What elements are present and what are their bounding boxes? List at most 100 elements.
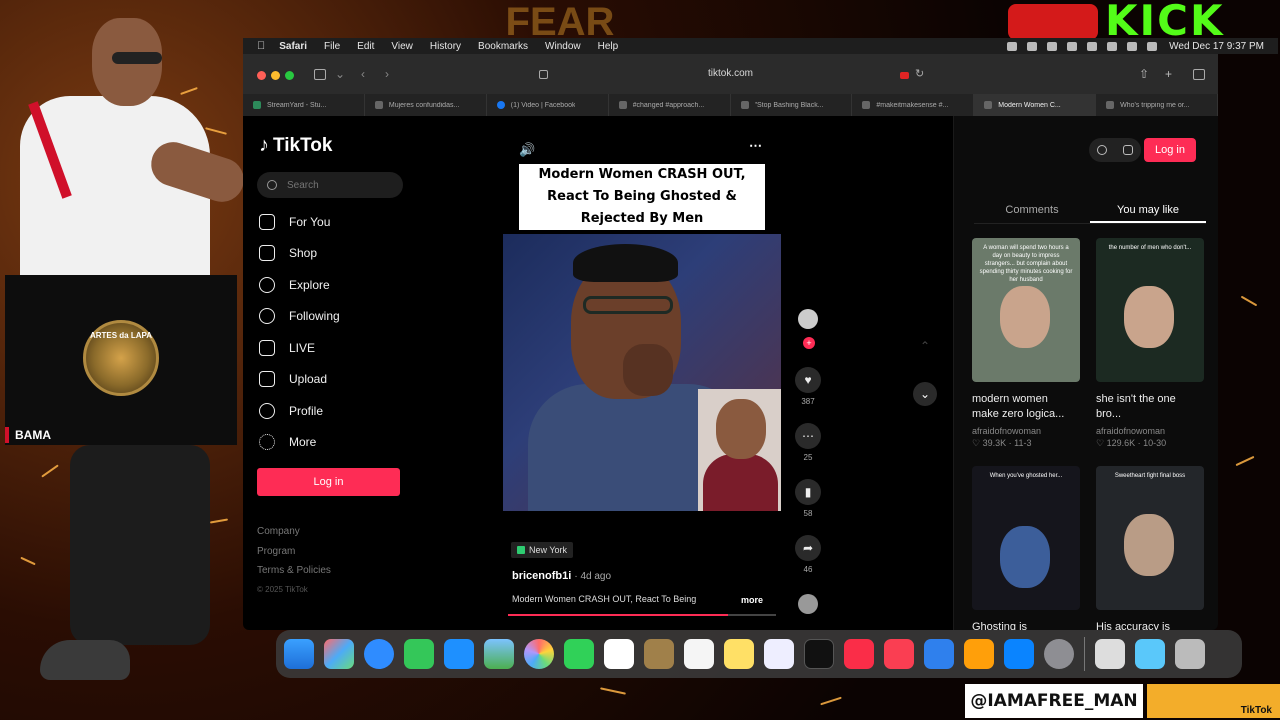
caption-more-link[interactable]: more: [741, 595, 763, 605]
play-icon[interactable]: [1027, 41, 1038, 51]
comment-icon[interactable]: ⋯: [795, 423, 821, 449]
header-login-button[interactable]: Log in: [1144, 138, 1196, 162]
video-player[interactable]: 🔊 ⋯ Modern Women CRASH OUT, React To Bei…: [503, 134, 781, 616]
mail-icon[interactable]: [444, 639, 474, 669]
coin-icon[interactable]: [1097, 145, 1107, 155]
browser-tab[interactable]: #makeitmakesense #...: [852, 94, 975, 116]
menu-history[interactable]: History: [430, 41, 461, 52]
pages-icon[interactable]: [964, 639, 994, 669]
video-author[interactable]: bricenofb1i · 4d ago: [512, 570, 611, 582]
launchpad-icon[interactable]: [324, 639, 354, 669]
nav-shop[interactable]: Shop: [259, 238, 419, 270]
wifi-icon[interactable]: [1107, 41, 1118, 51]
suggested-video-card[interactable]: A woman will spend two hours a day on be…: [972, 238, 1080, 449]
next-video-chevron-down-icon[interactable]: ⌄: [913, 382, 937, 406]
menu-app-name[interactable]: Safari: [279, 41, 307, 52]
suggested-video-card[interactable]: the number of men who don't... she isn't…: [1096, 238, 1204, 449]
footer-company-link[interactable]: Company: [257, 526, 331, 546]
bookmark-icon[interactable]: ▮: [795, 479, 821, 505]
app-store-icon[interactable]: [1004, 639, 1034, 669]
tab-you-may-like[interactable]: You may like: [1090, 200, 1206, 223]
share-arrow-icon[interactable]: ➦: [795, 535, 821, 561]
footer-program-link[interactable]: Program: [257, 546, 331, 566]
tv-icon[interactable]: [804, 639, 834, 669]
video-thumbnail[interactable]: the number of men who don't...: [1096, 238, 1204, 382]
browser-tab[interactable]: Mujeres confundidas...: [365, 94, 487, 116]
freeform-icon[interactable]: [764, 639, 794, 669]
new-tab-icon[interactable]: +: [1165, 67, 1172, 81]
card-title[interactable]: His accuracy is: [1096, 620, 1196, 630]
browser-tab[interactable]: #changed #approach...: [609, 94, 731, 116]
save-action[interactable]: ▮ 58: [795, 479, 821, 518]
sidebar-login-button[interactable]: Log in: [257, 468, 400, 496]
preview-icon[interactable]: [1095, 639, 1125, 669]
nav-for-you[interactable]: For You: [259, 206, 419, 238]
creator-avatar[interactable]: [798, 309, 818, 329]
messages-icon[interactable]: [404, 639, 434, 669]
screen-record-icon[interactable]: [1007, 41, 1018, 51]
news-icon[interactable]: [884, 639, 914, 669]
nav-profile[interactable]: Profile: [259, 395, 419, 427]
nav-explore[interactable]: Explore: [259, 269, 419, 301]
tab-comments[interactable]: Comments: [974, 200, 1090, 223]
video-thumbnail[interactable]: When you've ghosted her...: [972, 466, 1080, 610]
author-name[interactable]: bricenofb1i: [512, 570, 571, 582]
browser-tab[interactable]: StreamYard - Stu...: [243, 94, 365, 116]
suggested-video-card[interactable]: When you've ghosted her... Ghosting is: [972, 466, 1080, 630]
battery-icon[interactable]: [1087, 41, 1098, 51]
video-thumbnail[interactable]: Sweetheart fight final boss: [1096, 466, 1204, 610]
reminders-icon[interactable]: [684, 639, 714, 669]
browser-tab[interactable]: (1) Video | Facebook: [487, 94, 609, 116]
reload-icon[interactable]: ↻: [915, 67, 924, 80]
more-options-icon[interactable]: ⋯: [749, 138, 762, 154]
facetime-icon[interactable]: [564, 639, 594, 669]
cloud-icon[interactable]: [1067, 41, 1078, 51]
nav-more[interactable]: More: [259, 427, 419, 459]
volume-icon[interactable]: 🔊: [519, 142, 535, 158]
browser-tab[interactable]: "Stop Bashing Black...: [731, 94, 853, 116]
share-icon[interactable]: ⇧: [1139, 67, 1149, 81]
downloads-folder-icon[interactable]: [1135, 639, 1165, 669]
sound-avatar[interactable]: [798, 594, 818, 614]
audio-icon[interactable]: [1047, 41, 1058, 51]
like-action[interactable]: ♥ 387: [795, 367, 821, 406]
nav-live[interactable]: LIVE: [259, 332, 419, 364]
card-author[interactable]: afraidofnowoman: [1096, 426, 1204, 436]
trash-icon[interactable]: [1175, 639, 1205, 669]
location-tag[interactable]: New York: [511, 542, 574, 558]
menu-file[interactable]: File: [324, 41, 340, 52]
browser-tab-active[interactable]: Modern Women C...: [974, 94, 1097, 116]
menu-edit[interactable]: Edit: [357, 41, 374, 52]
notes-app-icon[interactable]: [644, 639, 674, 669]
video-progress-bar[interactable]: [508, 614, 776, 616]
search-icon[interactable]: [1127, 41, 1138, 51]
card-title[interactable]: Ghosting is: [972, 620, 1072, 630]
apple-menu-icon[interactable]: : [257, 40, 265, 52]
video-thumbnail[interactable]: A woman will spend two hours a day on be…: [972, 238, 1080, 382]
suggested-video-card[interactable]: Sweetheart fight final boss His accuracy…: [1096, 466, 1204, 630]
footer-terms-link[interactable]: Terms & Policies: [257, 565, 331, 585]
video-frame[interactable]: [503, 234, 781, 511]
menu-bookmarks[interactable]: Bookmarks: [478, 41, 528, 52]
card-author[interactable]: afraidofnowoman: [972, 426, 1080, 436]
nav-upload[interactable]: Upload: [259, 364, 419, 396]
control-center-icon[interactable]: [1147, 41, 1158, 51]
address-bar-url[interactable]: tiktok.com: [243, 68, 1218, 79]
search-box[interactable]: [257, 172, 403, 198]
finder-icon[interactable]: [284, 639, 314, 669]
menu-window[interactable]: Window: [545, 41, 581, 52]
browser-tab[interactable]: Who's tripping me or...: [1096, 94, 1218, 116]
follow-plus-icon[interactable]: +: [803, 337, 815, 349]
card-title[interactable]: she isn't the one bro...: [1096, 392, 1196, 422]
card-title[interactable]: modern women make zero logica...: [972, 392, 1072, 422]
keynote-icon[interactable]: [924, 639, 954, 669]
comment-action[interactable]: ⋯ 25: [795, 423, 821, 462]
nav-following[interactable]: Following: [259, 301, 419, 333]
safari-icon[interactable]: [364, 639, 394, 669]
calendar-icon[interactable]: [604, 639, 634, 669]
menubar-clock[interactable]: Wed Dec 17 9:37 PM: [1169, 41, 1264, 52]
settings-icon[interactable]: [1044, 639, 1074, 669]
menu-help[interactable]: Help: [598, 41, 619, 52]
photos-icon[interactable]: [524, 639, 554, 669]
device-icon[interactable]: [1123, 145, 1133, 155]
